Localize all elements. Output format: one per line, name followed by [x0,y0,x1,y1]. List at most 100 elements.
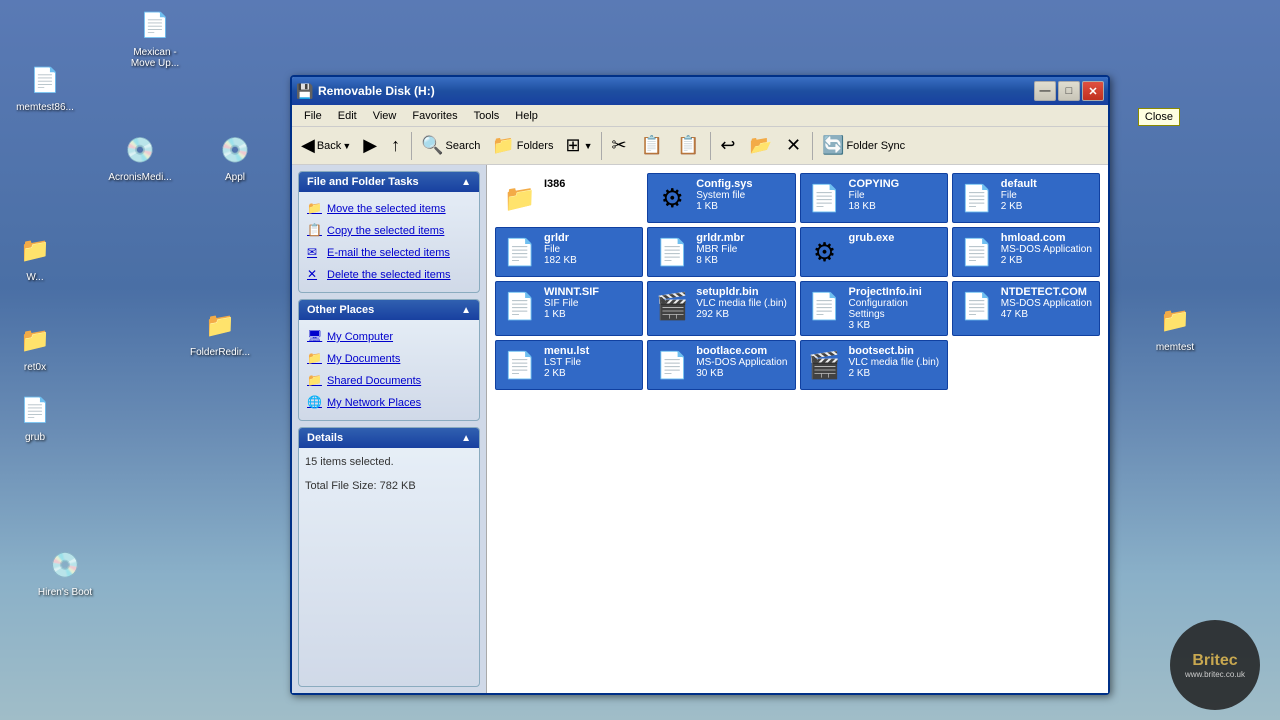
vlc-icon: 🎬 [652,286,692,326]
file-item-hmload[interactable]: 📄 hmload.com MS-DOS Application 2 KB [952,227,1100,277]
file-folder-tasks-header[interactable]: File and Folder Tasks ▲ [299,172,479,192]
file-name: bootlace.com [696,345,787,357]
copy-button[interactable]: 📋 [636,131,670,161]
file-item-grldr-mbr[interactable]: 📄 grldr.mbr MBR File 8 KB [647,227,795,277]
email-items-icon: ✉ [307,245,323,261]
paste-button[interactable]: 📋 [672,131,706,161]
minimize-button[interactable]: — [1034,81,1056,101]
shared-documents-icon: 📁 [307,373,323,389]
file-folder-tasks-content: 📁 Move the selected items 📋 Copy the sel… [299,192,479,292]
back-button[interactable]: ◀ Back ▼ [296,131,356,161]
window-title: Removable Disk (H:) [318,84,1034,98]
details-header[interactable]: Details ▲ [299,428,479,448]
file-type: VLC media file (.bin) [696,298,787,309]
file-item-default[interactable]: 📄 default File 2 KB [952,173,1100,223]
toolbar-separator-2 [601,132,602,160]
move-items-icon: 📁 [307,201,323,217]
desktop-icon-mexican[interactable]: 📄 Mexican -Move Up... [120,5,190,69]
menu-favorites[interactable]: Favorites [404,108,465,124]
desktop-icon-hirens[interactable]: 💿 Hiren's Boot [30,545,100,598]
file-item-copying[interactable]: 📄 COPYING File 18 KB [800,173,948,223]
undo-icon: ↩ [720,135,735,156]
file-item-menu-lst[interactable]: 📄 menu.lst LST File 2 KB [495,340,643,390]
file-icon: 📄 [957,178,997,218]
collapse-details-icon: ▲ [461,433,471,444]
desktop-icon-folder-redir[interactable]: 📁 FolderRedir... [185,305,255,358]
file-item-setupldr[interactable]: 🎬 setupldr.bin VLC media file (.bin) 292… [647,281,795,336]
delete-button[interactable]: ✕ [781,131,808,161]
menu-file[interactable]: File [296,108,330,124]
toolbar-separator-3 [710,132,711,160]
search-button[interactable]: 🔍 Search [416,131,485,161]
shared-documents-link[interactable]: 📁 Shared Documents [303,370,475,392]
desktop-icon-acronis[interactable]: 💿 AcronisMedi... [105,130,175,183]
file-item-config-sys[interactable]: ⚙ Config.sys System file 1 KB [647,173,795,223]
maximize-button[interactable]: □ [1058,81,1080,101]
selected-count: 15 items selected. [305,456,473,468]
email-items-task[interactable]: ✉ E-mail the selected items [303,242,475,264]
delete-icon: ✕ [786,135,801,156]
file-item-winnt-sif[interactable]: 📄 WINNT.SIF SIF File 1 KB [495,281,643,336]
file-item-ntdetect[interactable]: 📄 NTDETECT.COM MS-DOS Application 47 KB [952,281,1100,336]
delete-items-icon: ✕ [307,267,323,283]
forward-button[interactable]: ▶ [358,131,384,161]
file-item-grldr[interactable]: 📄 grldr File 182 KB [495,227,643,277]
desktop-icon-memtest[interactable]: 📄 memtest86... [10,60,80,113]
desktop-icon-grub[interactable]: 📄 grub [0,390,70,443]
up-icon: ↑ [391,135,400,156]
my-network-link[interactable]: 🌐 My Network Places [303,392,475,414]
file-folder-tasks-section: File and Folder Tasks ▲ 📁 Move the selec… [298,171,480,293]
file-type: MBR File [696,244,744,255]
menu-view[interactable]: View [365,108,405,124]
file-item-grub-exe[interactable]: ⚙ grub.exe [800,227,948,277]
menu-edit[interactable]: Edit [330,108,365,124]
move-items-task[interactable]: 📁 Move the selected items [303,198,475,220]
close-tooltip: Close [1138,108,1180,126]
cut-button[interactable]: ✂ [606,131,633,161]
file-size: 47 KB [1001,309,1092,320]
up-button[interactable]: ↑ [386,131,407,161]
britec-name: Britec [1192,652,1237,670]
move-icon: 📂 [750,135,772,156]
desktop-icon-ret0x[interactable]: 📁 ret0x [0,320,70,373]
folder-sync-button[interactable]: 🔄 Folder Sync [817,131,910,161]
cut-icon: ✂ [611,135,626,156]
views-button[interactable]: ⊞ ▼ [560,131,597,161]
other-places-header[interactable]: Other Places ▲ [299,300,479,320]
file-area[interactable]: 📁 I386 ⚙ Config.sys System file 1 KB 📄 [487,165,1108,693]
file-icon: 📄 [805,178,845,218]
undo-button[interactable]: ↩ [715,131,742,161]
file-icon: 📄 [500,232,540,272]
file-size: 18 KB [849,201,900,212]
file-icon: 📄 [652,232,692,272]
file-size: 292 KB [696,309,787,320]
file-item-i386[interactable]: 📁 I386 [495,173,643,223]
file-size: 30 KB [696,368,787,379]
close-button[interactable]: ✕ [1082,81,1104,101]
menu-tools[interactable]: Tools [466,108,508,124]
my-documents-link[interactable]: 📁 My Documents [303,348,475,370]
desktop-icon-w[interactable]: 📁 W... [0,230,70,283]
file-item-projectinfo[interactable]: 📄 ProjectInfo.ini Configuration Settings… [800,281,948,336]
file-name: COPYING [849,178,900,190]
folders-button[interactable]: 📁 Folders [487,131,558,161]
file-item-bootlace[interactable]: 📄 bootlace.com MS-DOS Application 30 KB [647,340,795,390]
com-icon: 📄 [652,345,692,385]
file-name: Config.sys [696,178,752,190]
menu-help[interactable]: Help [507,108,546,124]
britec-url: www.britec.co.uk [1185,670,1245,679]
file-item-bootsect[interactable]: 🎬 bootsect.bin VLC media file (.bin) 2 K… [800,340,948,390]
delete-items-task[interactable]: ✕ Delete the selected items [303,264,475,286]
file-type: File [544,244,577,255]
my-computer-link[interactable]: 🖥 My Computer [303,326,475,348]
file-name: grub.exe [849,232,895,244]
file-name: hmload.com [1001,232,1092,244]
details-section: Details ▲ 15 items selected. Total File … [298,427,480,687]
file-name: setupldr.bin [696,286,787,298]
desktop-icon-appl[interactable]: 💿 Appl [200,130,270,183]
copy-items-task[interactable]: 📋 Copy the selected items [303,220,475,242]
file-type: MS-DOS Application [696,357,787,368]
desktop-icon-memtest2[interactable]: 📁 memtest [1140,300,1210,353]
move-to-button[interactable]: 📂 [745,131,779,161]
file-name: bootsect.bin [849,345,940,357]
